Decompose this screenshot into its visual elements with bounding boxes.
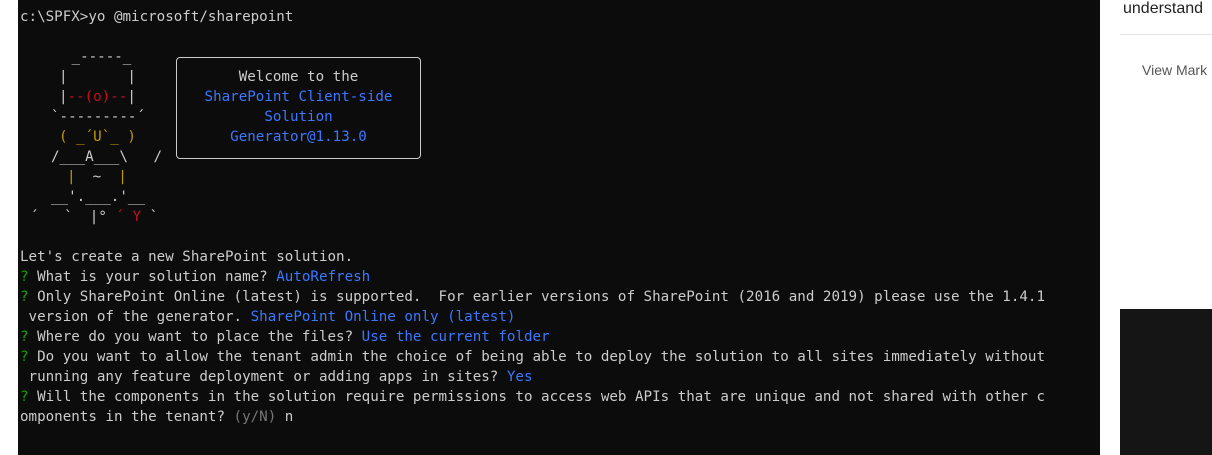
art-line-1: _-----_ xyxy=(63,49,132,65)
answer-4: Yes xyxy=(506,369,533,385)
intro-line: Let's create a new SharePoint solution. xyxy=(20,249,354,265)
welcome-line-4: Generator@1.13.0 xyxy=(230,129,367,145)
question-2-cont: version of the generator. SharePoint Onl… xyxy=(20,309,516,325)
welcome-line-1: Welcome to the xyxy=(238,69,359,85)
question-3: ? Where do you want to place the files? … xyxy=(20,329,550,345)
welcome-line-3: Solution xyxy=(264,109,333,125)
answer-3: Use the current folder xyxy=(361,329,550,345)
side-panel: understand View Mark xyxy=(1100,0,1212,455)
art-line-8: __'.___.'__ xyxy=(51,189,145,205)
side-panel-dark-area xyxy=(1120,309,1212,455)
art-line-2: | | xyxy=(59,69,136,85)
question-5: ? Will the components in the solution re… xyxy=(20,389,1045,405)
question-1: ? What is your solution name? AutoRefres… xyxy=(20,269,371,285)
answer-1: AutoRefresh xyxy=(276,269,371,285)
question-2: ? Only SharePoint Online (latest) is sup… xyxy=(20,289,1045,305)
welcome-box: Welcome to the SharePoint Client-side So… xyxy=(176,57,421,159)
art-line-5: ( _´U`_ ) xyxy=(59,129,136,145)
command-line: c:\SPFX>yo @microsoft/sharepoint xyxy=(20,9,294,25)
question-4-cont: running any feature deployment or adding… xyxy=(20,369,533,385)
side-panel-title: understand xyxy=(1123,0,1204,17)
view-markup-link[interactable]: View Mark xyxy=(1142,62,1207,78)
side-panel-divider xyxy=(1120,34,1212,35)
art-line-9: ´ ` |° ´ Y ` xyxy=(30,209,159,225)
art-line-6: /___A___\ / xyxy=(51,149,163,165)
answer-2: SharePoint Online only (latest) xyxy=(250,309,516,325)
art-line-3: |--(o)--| xyxy=(59,89,136,105)
art-line-7: | ~ | xyxy=(67,169,127,185)
terminal-window[interactable]: c:\SPFX>yo @microsoft/sharepoint _-----_… xyxy=(18,0,1100,455)
question-4: ? Do you want to allow the tenant admin … xyxy=(20,349,1045,365)
screen: c:\SPFX>yo @microsoft/sharepoint _-----_… xyxy=(0,0,1212,455)
question-5-cont[interactable]: omponents in the tenant? (y/N) n xyxy=(20,407,293,427)
left-edge xyxy=(0,0,18,455)
default-hint: (y/N) xyxy=(233,409,277,425)
art-line-4: `---------´ xyxy=(51,109,145,125)
answer-5-input: n xyxy=(276,409,294,425)
welcome-line-2: SharePoint Client-side xyxy=(204,89,393,105)
